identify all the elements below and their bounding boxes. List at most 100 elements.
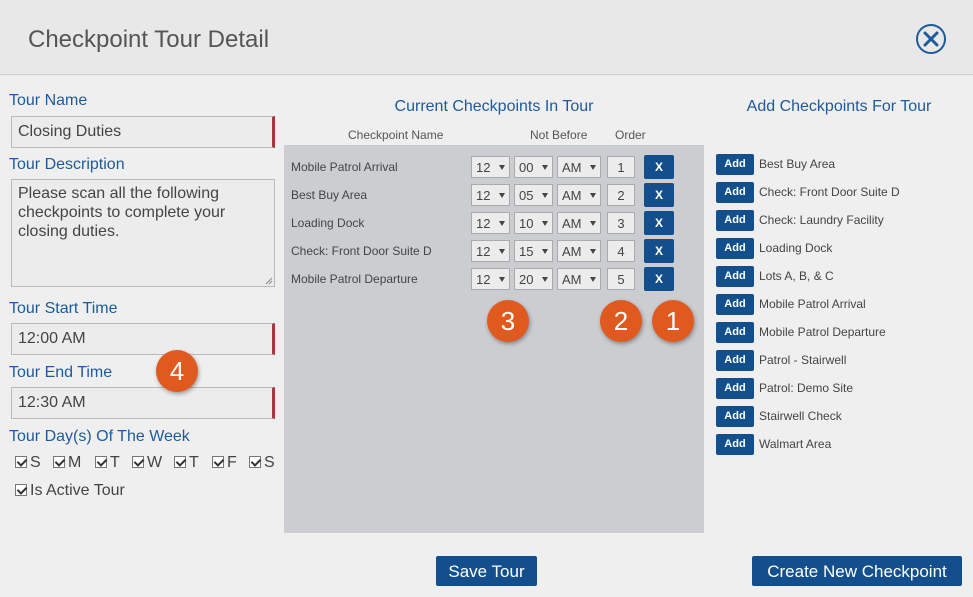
dropdown-arrow-icon [590,165,596,170]
add-button[interactable]: Add [716,294,754,315]
add-button[interactable]: Add [716,322,754,343]
close-icon[interactable] [916,24,946,54]
day-checkbox-wed[interactable]: W [132,454,162,472]
minute-select[interactable]: 10 [514,212,553,234]
tour-end-input[interactable]: 12:30 AM [11,387,275,419]
tour-end-label: Tour End Time [9,364,113,381]
tour-start-input[interactable]: 12:00 AM [11,323,275,355]
checkpoint-name: Check: Front Door Suite D [291,244,432,258]
ampm-select[interactable]: AM [557,268,601,290]
ampm-value: AM [562,244,582,259]
callout-badge-4: 4 [156,350,198,392]
add-button[interactable]: Add [716,182,754,203]
dropdown-arrow-icon [542,277,548,282]
add-checkpoint-label: Patrol - Stairwell [759,353,847,367]
minute-select[interactable]: 00 [514,156,553,178]
day-checkbox-sun[interactable]: S [15,454,41,472]
col-order: Order [615,128,646,142]
dropdown-arrow-icon [590,193,596,198]
remove-checkpoint-button[interactable]: X [644,155,674,179]
checkpoint-name: Mobile Patrol Arrival [291,160,398,174]
day-checkbox-sat[interactable]: S [249,454,275,472]
day-checkbox-tue[interactable]: T [95,454,120,472]
order-input[interactable]: 1 [607,156,635,178]
callout-badge-3: 3 [487,300,529,342]
day-label: W [147,454,163,471]
minute-value: 05 [519,188,534,203]
add-checkpoint-label: Best Buy Area [759,157,836,171]
hour-select[interactable]: 12 [471,156,510,178]
save-tour-button[interactable]: Save Tour [436,556,537,586]
checkbox-icon [174,456,186,468]
hour-select[interactable]: 12 [471,212,510,234]
add-button[interactable]: Add [716,266,754,287]
resize-handle-icon[interactable] [265,277,273,285]
minute-select[interactable]: 20 [514,268,553,290]
ampm-select[interactable]: AM [557,240,601,262]
order-input[interactable]: 5 [607,268,635,290]
add-button[interactable]: Add [716,210,754,231]
order-input[interactable]: 4 [607,240,635,262]
is-active-checkbox[interactable]: Is Active Tour [15,482,125,500]
day-checkbox-fri[interactable]: F [212,454,237,472]
add-button[interactable]: Add [716,238,754,259]
remove-checkpoint-button[interactable]: X [644,239,674,263]
checkbox-icon [53,456,65,468]
minute-select[interactable]: 15 [514,240,553,262]
day-checkbox-thu[interactable]: T [174,454,199,472]
day-label: S [30,454,41,471]
hour-select[interactable]: 12 [471,268,510,290]
checkpoint-row: Best Buy Area 12 05 AM 2 X [284,183,704,207]
checkpoint-name: Loading Dock [291,216,365,230]
minute-value: 15 [519,244,534,259]
checkbox-icon [95,456,107,468]
dropdown-arrow-icon [499,221,505,226]
remove-checkpoint-button[interactable]: X [644,183,674,207]
add-button[interactable]: Add [716,434,754,455]
remove-checkpoint-button[interactable]: X [644,267,674,291]
ampm-select[interactable]: AM [557,156,601,178]
day-label: T [110,454,120,471]
day-checkbox-mon[interactable]: M [53,454,81,472]
add-button[interactable]: Add [716,350,754,371]
checkpoint-row: Mobile Patrol Departure 12 20 AM 5 X [284,267,704,291]
dropdown-arrow-icon [499,277,505,282]
hour-select[interactable]: 12 [471,240,510,262]
minute-value: 00 [519,160,534,175]
tour-name-label: Tour Name [9,92,88,109]
callout-badge-1: 1 [652,300,694,342]
dialog-header: Checkpoint Tour Detail [0,0,973,75]
add-button[interactable]: Add [716,406,754,427]
order-input[interactable]: 2 [607,184,635,206]
minute-select[interactable]: 05 [514,184,553,206]
add-checkpoint-label: Patrol: Demo Site [759,381,854,395]
tour-description-textarea[interactable]: Please scan all the following checkpoint… [11,179,275,287]
order-input[interactable]: 3 [607,212,635,234]
dropdown-arrow-icon [590,249,596,254]
ampm-value: AM [562,272,582,287]
ampm-select[interactable]: AM [557,184,601,206]
dropdown-arrow-icon [542,165,548,170]
create-new-checkpoint-button[interactable]: Create New Checkpoint [752,556,962,586]
minute-value: 10 [519,216,534,231]
dropdown-arrow-icon [499,165,505,170]
checkbox-icon [212,456,224,468]
current-checkpoints-panel: Mobile Patrol Arrival 12 00 AM 1 X Best … [284,145,704,533]
dropdown-arrow-icon [590,221,596,226]
checkpoint-row: Mobile Patrol Arrival 12 00 AM 1 X [284,155,704,179]
day-label: M [68,454,82,471]
hour-value: 12 [476,216,491,231]
tour-days-label: Tour Day(s) Of The Week [9,428,190,445]
ampm-select[interactable]: AM [557,212,601,234]
dialog-title: Checkpoint Tour Detail [28,26,270,53]
tour-name-input[interactable]: Closing Duties [11,116,275,148]
ampm-value: AM [562,216,582,231]
add-button[interactable]: Add [716,378,754,399]
add-checkpoints-title: Add Checkpoints For Tour [746,98,932,115]
add-button[interactable]: Add [716,154,754,175]
col-checkpoint-name: Checkpoint Name [348,128,444,142]
hour-select[interactable]: 12 [471,184,510,206]
tour-description-text: Please scan all the following checkpoint… [18,185,226,240]
day-label: F [227,454,237,471]
remove-checkpoint-button[interactable]: X [644,211,674,235]
